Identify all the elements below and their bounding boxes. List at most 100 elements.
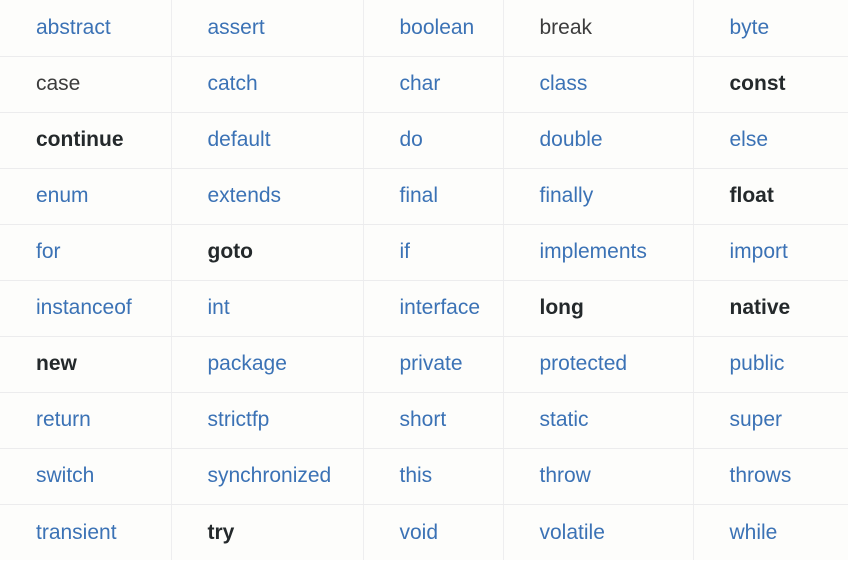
table-cell: continue: [0, 112, 172, 169]
table-cell: private: [363, 336, 504, 393]
keyword-link-assert[interactable]: assert: [208, 15, 265, 40]
keyword-link-transient[interactable]: transient: [36, 520, 117, 545]
table-row: transient try void volatile while: [0, 504, 848, 560]
keyword-link-public[interactable]: public: [730, 351, 785, 376]
keyword-link-finally[interactable]: finally: [540, 183, 594, 208]
keyword-table-container: abstract assert boolean break byte case catch c…: [0, 0, 858, 582]
keyword-link-return[interactable]: return: [36, 407, 91, 432]
table-cell: native: [693, 280, 848, 337]
table-cell: finally: [503, 168, 694, 225]
table-cell: for: [0, 224, 172, 281]
table-cell: transient: [0, 504, 172, 560]
keyword-link-static[interactable]: static: [540, 407, 589, 432]
java-keyword-table: abstract assert boolean break byte case catch c…: [0, 0, 848, 560]
table-cell: long: [503, 280, 694, 337]
keyword-link-enum[interactable]: enum: [36, 183, 89, 208]
keyword-link-throw[interactable]: throw: [540, 463, 591, 488]
keyword-link-instanceof[interactable]: instanceof: [36, 295, 132, 320]
keyword-link-package[interactable]: package: [208, 351, 287, 376]
table-cell: volatile: [503, 504, 694, 560]
keyword-link-super[interactable]: super: [730, 407, 783, 432]
keyword-text-break: break: [539, 16, 593, 40]
keyword-link-interface[interactable]: interface: [400, 295, 481, 320]
keyword-table-body: abstract assert boolean break byte case catch c…: [0, 0, 848, 560]
keyword-link-short[interactable]: short: [400, 407, 447, 432]
table-cell: enum: [0, 168, 172, 225]
table-cell: return: [0, 392, 172, 449]
keyword-text-float: float: [729, 184, 774, 208]
keyword-link-double[interactable]: double: [540, 127, 603, 152]
keyword-link-volatile[interactable]: volatile: [540, 520, 605, 545]
keyword-link-implements[interactable]: implements: [540, 239, 647, 264]
keyword-text-case: case: [36, 72, 81, 96]
table-cell: float: [693, 168, 848, 225]
keyword-link-do[interactable]: do: [400, 127, 423, 152]
table-cell: interface: [363, 280, 504, 337]
table-cell: if: [363, 224, 504, 281]
keyword-link-extends[interactable]: extends: [208, 183, 282, 208]
keyword-link-import[interactable]: import: [730, 239, 788, 264]
table-cell: char: [363, 56, 504, 113]
keyword-link-boolean[interactable]: boolean: [400, 15, 475, 40]
table-cell: else: [693, 112, 848, 169]
table-cell: case: [0, 56, 172, 113]
table-cell: catch: [171, 56, 364, 113]
table-cell: int: [171, 280, 364, 337]
table-cell: short: [363, 392, 504, 449]
table-cell: public: [693, 336, 848, 393]
table-cell: instanceof: [0, 280, 172, 337]
table-row: return strictfp short static super: [0, 392, 848, 449]
table-row: enum extends final finally float: [0, 168, 848, 225]
keyword-link-protected[interactable]: protected: [540, 351, 628, 376]
keyword-link-default[interactable]: default: [208, 127, 271, 152]
keyword-link-void[interactable]: void: [400, 520, 439, 545]
keyword-text-goto: goto: [207, 240, 253, 264]
table-cell: byte: [693, 0, 848, 57]
table-cell: goto: [171, 224, 364, 281]
keyword-link-synchronized[interactable]: synchronized: [208, 463, 332, 488]
table-cell: new: [0, 336, 172, 393]
table-cell: final: [363, 168, 504, 225]
table-row: new package private protected public: [0, 336, 848, 393]
keyword-link-this[interactable]: this: [400, 463, 433, 488]
keyword-link-class[interactable]: class: [540, 71, 588, 96]
keyword-link-while[interactable]: while: [730, 520, 778, 545]
table-row: switch synchronized this throw throws: [0, 448, 848, 505]
keyword-link-throws[interactable]: throws: [730, 463, 792, 488]
table-cell: protected: [503, 336, 694, 393]
table-row: case catch char class const: [0, 56, 848, 113]
table-cell: default: [171, 112, 364, 169]
table-row: instanceof int interface long native: [0, 280, 848, 337]
table-cell: static: [503, 392, 694, 449]
table-cell: do: [363, 112, 504, 169]
keyword-link-abstract[interactable]: abstract: [36, 15, 111, 40]
table-row: for goto if implements import: [0, 224, 848, 281]
table-cell: void: [363, 504, 504, 560]
table-cell: package: [171, 336, 364, 393]
table-cell: synchronized: [171, 448, 364, 505]
table-cell: class: [503, 56, 694, 113]
keyword-link-switch[interactable]: switch: [36, 463, 94, 488]
table-cell: import: [693, 224, 848, 281]
table-cell: boolean: [363, 0, 504, 57]
table-cell: throws: [693, 448, 848, 505]
table-cell: abstract: [0, 0, 172, 57]
keyword-text-const: const: [729, 72, 786, 96]
keyword-link-for[interactable]: for: [36, 239, 61, 264]
keyword-link-catch[interactable]: catch: [208, 71, 258, 96]
keyword-text-native: native: [729, 296, 791, 320]
keyword-link-strictfp[interactable]: strictfp: [208, 407, 270, 432]
keyword-text-long: long: [539, 296, 584, 320]
table-cell: try: [171, 504, 364, 560]
keyword-link-byte[interactable]: byte: [730, 15, 770, 40]
keyword-link-int[interactable]: int: [208, 295, 230, 320]
keyword-link-final[interactable]: final: [400, 183, 439, 208]
keyword-link-private[interactable]: private: [400, 351, 463, 376]
table-cell: super: [693, 392, 848, 449]
keyword-text-new: new: [36, 352, 77, 376]
keyword-link-char[interactable]: char: [400, 71, 441, 96]
table-cell: double: [503, 112, 694, 169]
keyword-link-else[interactable]: else: [730, 127, 769, 152]
table-cell: switch: [0, 448, 172, 505]
keyword-link-if[interactable]: if: [400, 239, 411, 264]
